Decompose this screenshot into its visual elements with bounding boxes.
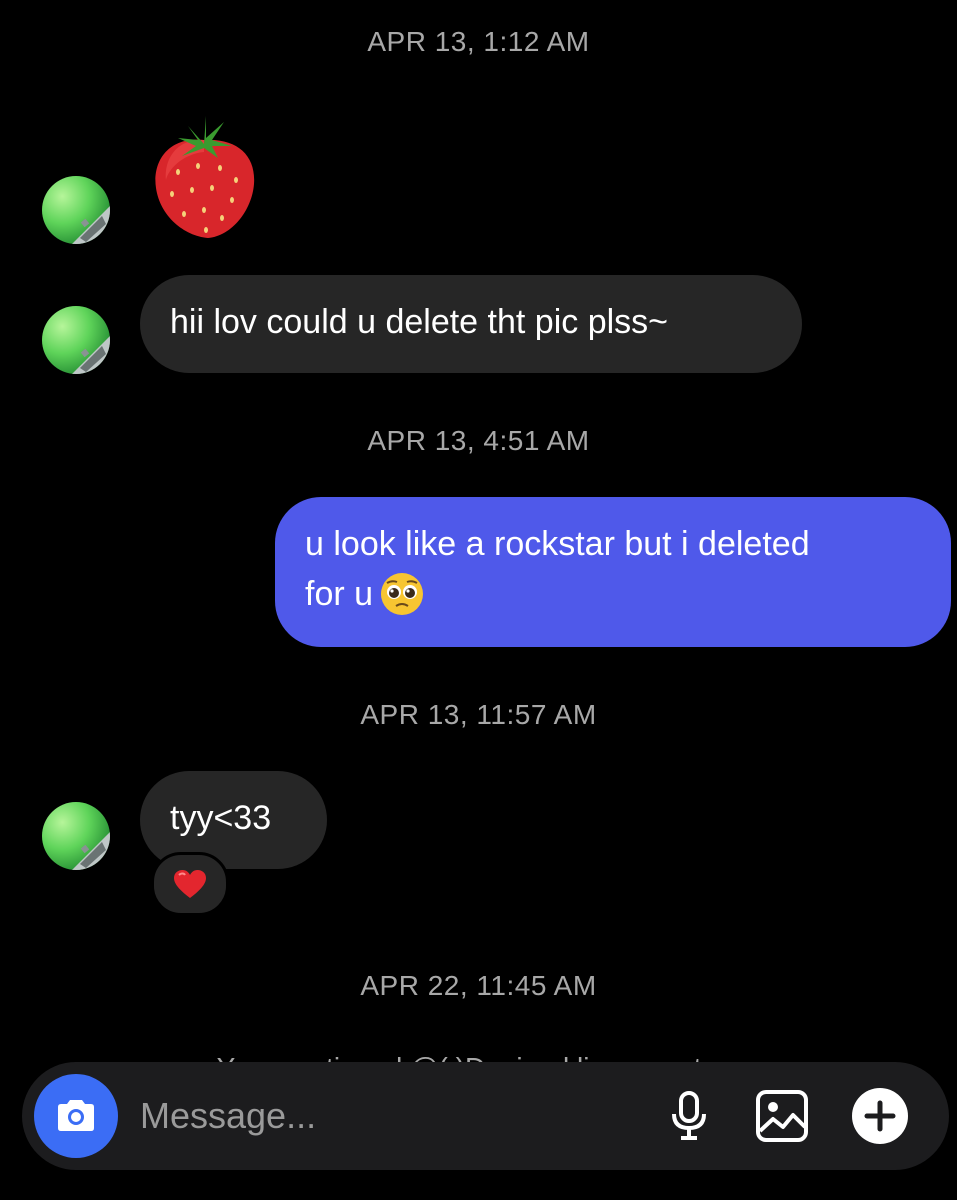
camera-button[interactable]	[34, 1074, 118, 1158]
strawberry-emoji[interactable]	[148, 110, 260, 242]
message-input[interactable]: Message...	[140, 1090, 316, 1142]
camera-icon	[58, 1100, 94, 1131]
timestamp: APR 13, 1:12 AM	[367, 26, 590, 57]
message-text: for u	[305, 575, 374, 613]
avatar[interactable]	[42, 176, 110, 244]
message-text-line-2: for u	[305, 569, 921, 619]
avatar-image	[72, 206, 110, 244]
message-bubble-outgoing[interactable]: u look like a rockstar but i deleted for…	[275, 497, 951, 647]
avatar[interactable]	[42, 802, 110, 870]
timestamp: APR 13, 4:51 AM	[367, 425, 590, 456]
avatar[interactable]	[42, 306, 110, 374]
story-mention-notice: You mentioned @(.)Daniperl lissa on stor…	[0, 1046, 957, 1062]
pleading-face-emoji	[379, 571, 425, 617]
plus-button[interactable]	[850, 1086, 910, 1146]
gallery-button[interactable]	[752, 1086, 812, 1146]
message-bubble-incoming[interactable]: hii lov could u delete tht pic plss~	[140, 275, 802, 373]
message-text: tyy<33	[170, 799, 272, 837]
gallery-icon	[756, 1090, 808, 1142]
plus-icon	[852, 1088, 908, 1144]
chat-screen: APR 13, 1:12 AM hii lov could u delete t…	[0, 0, 957, 1200]
red-heart-emoji	[174, 870, 206, 898]
message-text: hii lov could u delete tht pic plss~	[170, 303, 669, 341]
microphone-button[interactable]	[659, 1086, 719, 1146]
message-composer: Message...	[22, 1062, 949, 1170]
reaction-badge[interactable]	[151, 852, 229, 916]
timestamp: APR 22, 11:45 AM	[360, 970, 597, 1001]
timestamp: APR 13, 11:57 AM	[360, 699, 597, 730]
message-text-line: u look like a rockstar but i deleted	[305, 525, 810, 563]
microphone-icon	[672, 1091, 706, 1140]
avatar-image	[72, 832, 110, 870]
avatar-image	[72, 336, 110, 374]
